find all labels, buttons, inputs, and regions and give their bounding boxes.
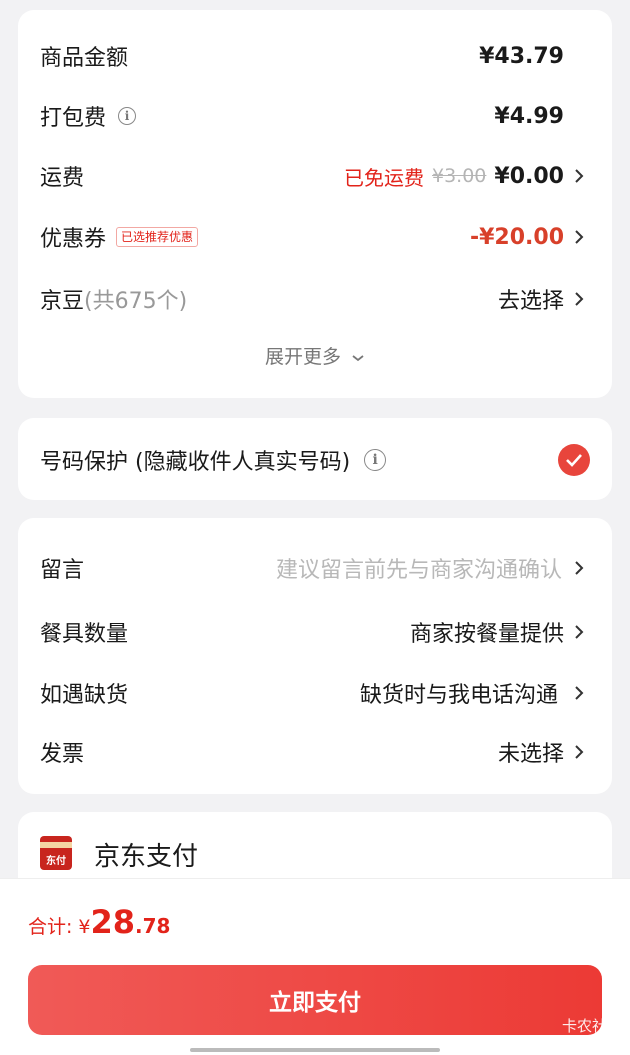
payment-method-label: 京东支付 (94, 842, 199, 872)
number-protection-label: 号码保护 (隐藏收件人真实号码) (40, 450, 351, 475)
message-placeholder: 建议留言前先与商家沟通确认 (275, 558, 562, 583)
expand-more-button[interactable]: 展开更多 (18, 342, 612, 369)
order-options-card: 留言 建议留言前先与商家沟通确认 餐具数量 商家按餐量提供 如遇缺货 缺货时与我… (18, 518, 612, 794)
chevron-right-icon (570, 559, 588, 577)
free-shipping-text: 已免运费 (344, 165, 424, 190)
currency-symbol: ¥ (78, 916, 91, 938)
jd-beans-row[interactable]: 京豆 (共675个) 去选择 (18, 279, 612, 319)
coupon-label: 优惠券 (40, 227, 107, 252)
jd-beans-select: 去选择 (497, 289, 564, 314)
total-integer: 28 (90, 903, 136, 941)
tableware-label: 餐具数量 (40, 622, 129, 647)
message-row[interactable]: 留言 建议留言前先与商家沟通确认 (18, 548, 612, 588)
pay-now-button[interactable]: 立即支付 (28, 965, 602, 1035)
out-of-stock-value: 缺货时与我电话沟通 (359, 683, 558, 708)
goods-amount-row: 商品金额 ¥43.79 (18, 36, 612, 76)
number-protection-row: 号码保护 (隐藏收件人真实号码) i (18, 440, 612, 480)
chevron-right-icon (570, 623, 588, 641)
packing-fee-row: 打包费 i ¥4.99 (18, 96, 612, 136)
invoice-value: 未选择 (497, 742, 564, 767)
recommended-coupon-tag: 已选推荐优惠 (116, 227, 199, 247)
jd-beans-label: 京豆 (40, 289, 85, 314)
check-icon (566, 454, 582, 467)
coupon-value: -¥20.00 (469, 224, 564, 250)
watermark: 卡农社区 (561, 1017, 622, 1035)
chevron-right-icon (570, 167, 588, 185)
out-of-stock-row[interactable]: 如遇缺货 缺货时与我电话沟通 (18, 673, 612, 713)
packing-fee-label: 打包费 (40, 106, 107, 131)
order-total: 合计: ¥ 28 .78 (28, 903, 170, 941)
jd-beans-count: (共675个) (84, 289, 188, 314)
chevron-right-icon (570, 743, 588, 761)
goods-amount-value: ¥43.79 (479, 43, 564, 69)
chevron-right-icon (570, 684, 588, 702)
shipping-fee-row[interactable]: 运费 已免运费 ¥3.00 ¥0.00 (18, 156, 612, 196)
chevron-right-icon (570, 228, 588, 246)
info-icon[interactable]: i (364, 449, 387, 471)
total-label: 合计: (28, 916, 73, 938)
checkout-bar: 合计: ¥ 28 .78 立即支付 (0, 878, 630, 1055)
chevron-down-icon (352, 355, 364, 362)
invoice-row[interactable]: 发票 未选择 (18, 732, 612, 772)
info-icon[interactable]: i (118, 107, 137, 125)
invoice-label: 发票 (40, 742, 85, 767)
shipping-fee-value: ¥0.00 (494, 163, 564, 189)
message-label: 留言 (40, 558, 85, 583)
privacy-card: 号码保护 (隐藏收件人真实号码) i (18, 418, 612, 500)
packing-fee-value: ¥4.99 (494, 103, 564, 129)
tableware-row[interactable]: 餐具数量 商家按餐量提供 (18, 612, 612, 652)
goods-amount-label: 商品金额 (40, 46, 129, 71)
total-decimal: .78 (135, 914, 171, 938)
original-shipping-fee: ¥3.00 (432, 165, 487, 187)
shipping-fee-label: 运费 (40, 166, 85, 191)
home-indicator[interactable] (190, 1048, 440, 1052)
coupon-row[interactable]: 优惠券 已选推荐优惠 -¥20.00 (18, 217, 612, 257)
jd-pay-icon: 东付 (40, 836, 72, 870)
fee-card: 商品金额 ¥43.79 打包费 i ¥4.99 运费 已免运费 ¥3.00 ¥0… (18, 10, 612, 398)
number-protection-checkbox[interactable] (558, 444, 590, 476)
out-of-stock-label: 如遇缺货 (40, 683, 129, 708)
tableware-value: 商家按餐量提供 (409, 622, 564, 647)
chevron-right-icon (570, 290, 588, 308)
